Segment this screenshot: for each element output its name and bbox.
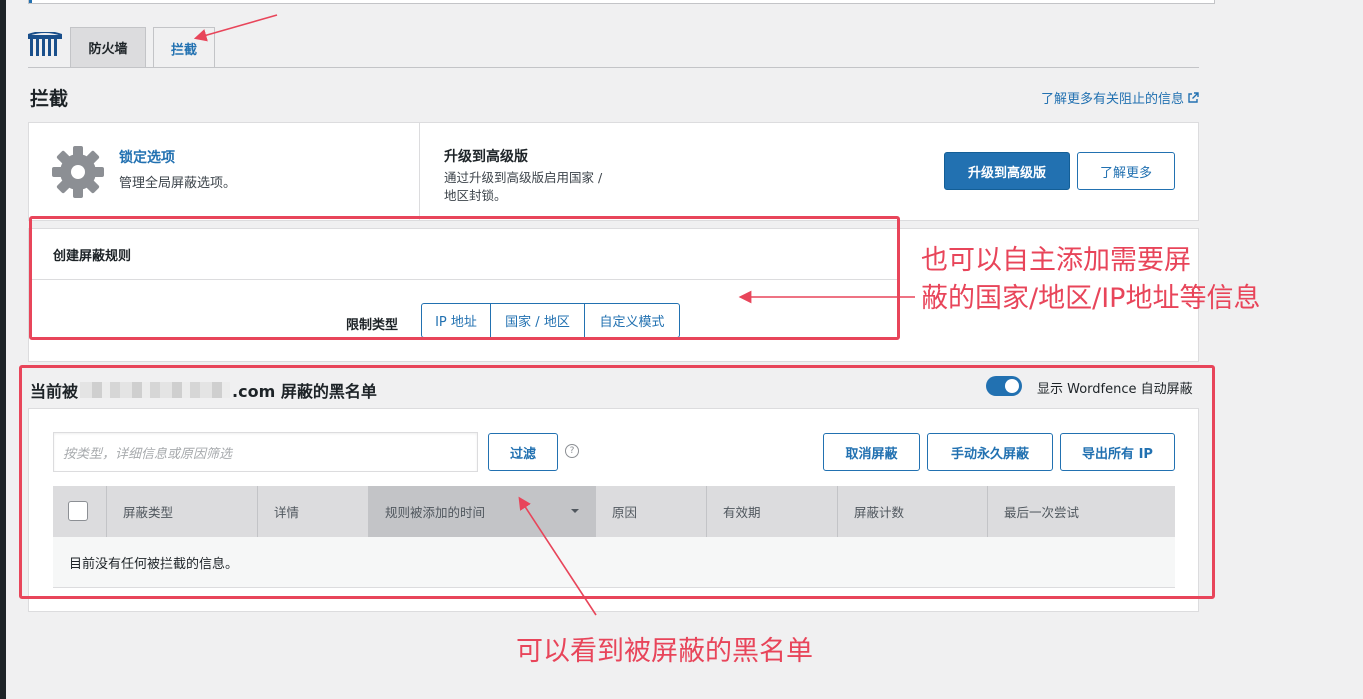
external-link-icon — [1188, 91, 1199, 103]
upgrade-title: 升级到高级版 — [444, 149, 528, 165]
lock-options-description: 管理全局屏蔽选项。 — [119, 176, 237, 191]
learn-more-blocking-link[interactable]: 了解更多有关阻止的信息 — [1041, 88, 1199, 107]
card-divider — [419, 123, 420, 220]
page-title: 拦截 — [30, 88, 69, 110]
wordfence-logo-icon — [28, 32, 62, 56]
gear-icon — [52, 146, 104, 198]
upgrade-description-line-2: 地区封锁。 — [444, 188, 507, 203]
annotation-box-create-rule — [29, 216, 900, 340]
annotation-note-create-rule: 也可以自主添加需要屏 蔽的国家/地区/IP地址等信息 — [921, 242, 1341, 318]
annotation-box-blacklist — [19, 365, 1215, 599]
upgrade-button[interactable]: 升级到高级版 — [944, 152, 1070, 190]
annotation-note-blacklist: 可以看到被屏蔽的黑名单 — [516, 636, 813, 667]
upgrade-description-line-1: 通过升级到高级版启用国家 / — [444, 170, 603, 185]
annotation-note-line-1: 也可以自主添加需要屏 — [921, 245, 1191, 276]
upgrade-description: 通过升级到高级版启用国家 / 地区封锁。 — [444, 169, 644, 205]
top-field-edge — [28, 0, 1215, 4]
annotation-note-line-2: 蔽的国家/地区/IP地址等信息 — [921, 283, 1261, 314]
learn-more-link-label: 了解更多有关阻止的信息 — [1040, 92, 1184, 107]
lock-options-title[interactable]: 锁定选项 — [119, 147, 175, 167]
learn-more-button[interactable]: 了解更多 — [1077, 152, 1175, 190]
tab-divider — [28, 67, 1199, 68]
tab-blocking[interactable]: 拦截 — [153, 27, 215, 68]
admin-sidebar-edge — [0, 0, 6, 699]
tab-firewall[interactable]: 防火墙 — [70, 27, 146, 67]
